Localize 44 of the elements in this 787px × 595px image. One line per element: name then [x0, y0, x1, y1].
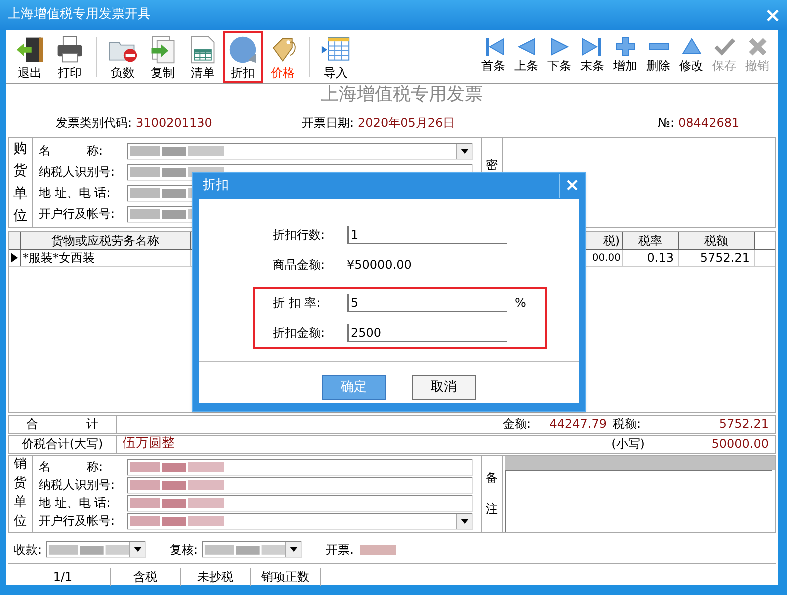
field-label: 发票类别代码:: [56, 115, 132, 132]
field-label: 开户行及帐号:: [39, 206, 116, 224]
field-label: 收款:: [14, 542, 42, 559]
field-label: №:: [658, 115, 675, 132]
side-label: 购货单位: [14, 140, 28, 226]
column-header: 税率: [623, 232, 679, 250]
table-cell: *服装*女西装: [21, 250, 191, 266]
field-label: 折 扣 率:: [273, 295, 322, 312]
invoice-title: 上海增值税专用发票: [320, 84, 484, 106]
status-text: 销项正数: [251, 568, 321, 586]
field-label: 地 址、电 话:: [39, 185, 112, 202]
table-cell: 0.13: [623, 250, 679, 266]
tax-value: 5752.21: [718, 416, 770, 434]
column-header: 税额: [679, 232, 755, 250]
field-label: 名 称:: [39, 143, 104, 160]
table-cell: 5752.21: [679, 250, 755, 266]
status-text: 1/1: [16, 568, 111, 586]
field-label: 金额:: [503, 416, 532, 434]
amount-value: ¥50000.00: [347, 257, 412, 274]
total-label: 合 计: [9, 416, 117, 433]
field-label: (小写): [612, 436, 645, 454]
status-text: 含税: [111, 568, 181, 586]
field-label: 开票日期:: [302, 115, 354, 132]
field-label: 折扣行数:: [273, 227, 326, 244]
field-label: 纳税人识别号:: [39, 164, 116, 182]
code-value: 3100201130: [136, 115, 212, 132]
number-value: 08442681: [678, 115, 740, 132]
amount-value: 44247.79: [548, 416, 607, 434]
status-text: 未抄税: [181, 568, 251, 586]
date-value: 2020年05月26日: [358, 115, 456, 132]
side-label: 密: [486, 156, 498, 174]
column-header: 货物或应税劳务名称: [21, 232, 191, 250]
window-title: 上海增值税专用发票开具: [7, 6, 151, 24]
dialog-title: 折扣: [202, 177, 229, 196]
field-label: 商品金额:: [273, 257, 326, 274]
unit-label: %: [515, 295, 526, 312]
field-label: 开票.: [326, 542, 354, 559]
column-header: 税): [583, 232, 623, 250]
total-label: 价税合计(大写): [9, 436, 117, 453]
amount-figure: 50000.00: [710, 436, 770, 454]
field-label: 折扣金额:: [273, 325, 326, 342]
amount-in-words: 伍万圆整: [122, 435, 175, 454]
field-label: 复核:: [170, 542, 198, 559]
field-label: 税额:: [613, 416, 642, 434]
